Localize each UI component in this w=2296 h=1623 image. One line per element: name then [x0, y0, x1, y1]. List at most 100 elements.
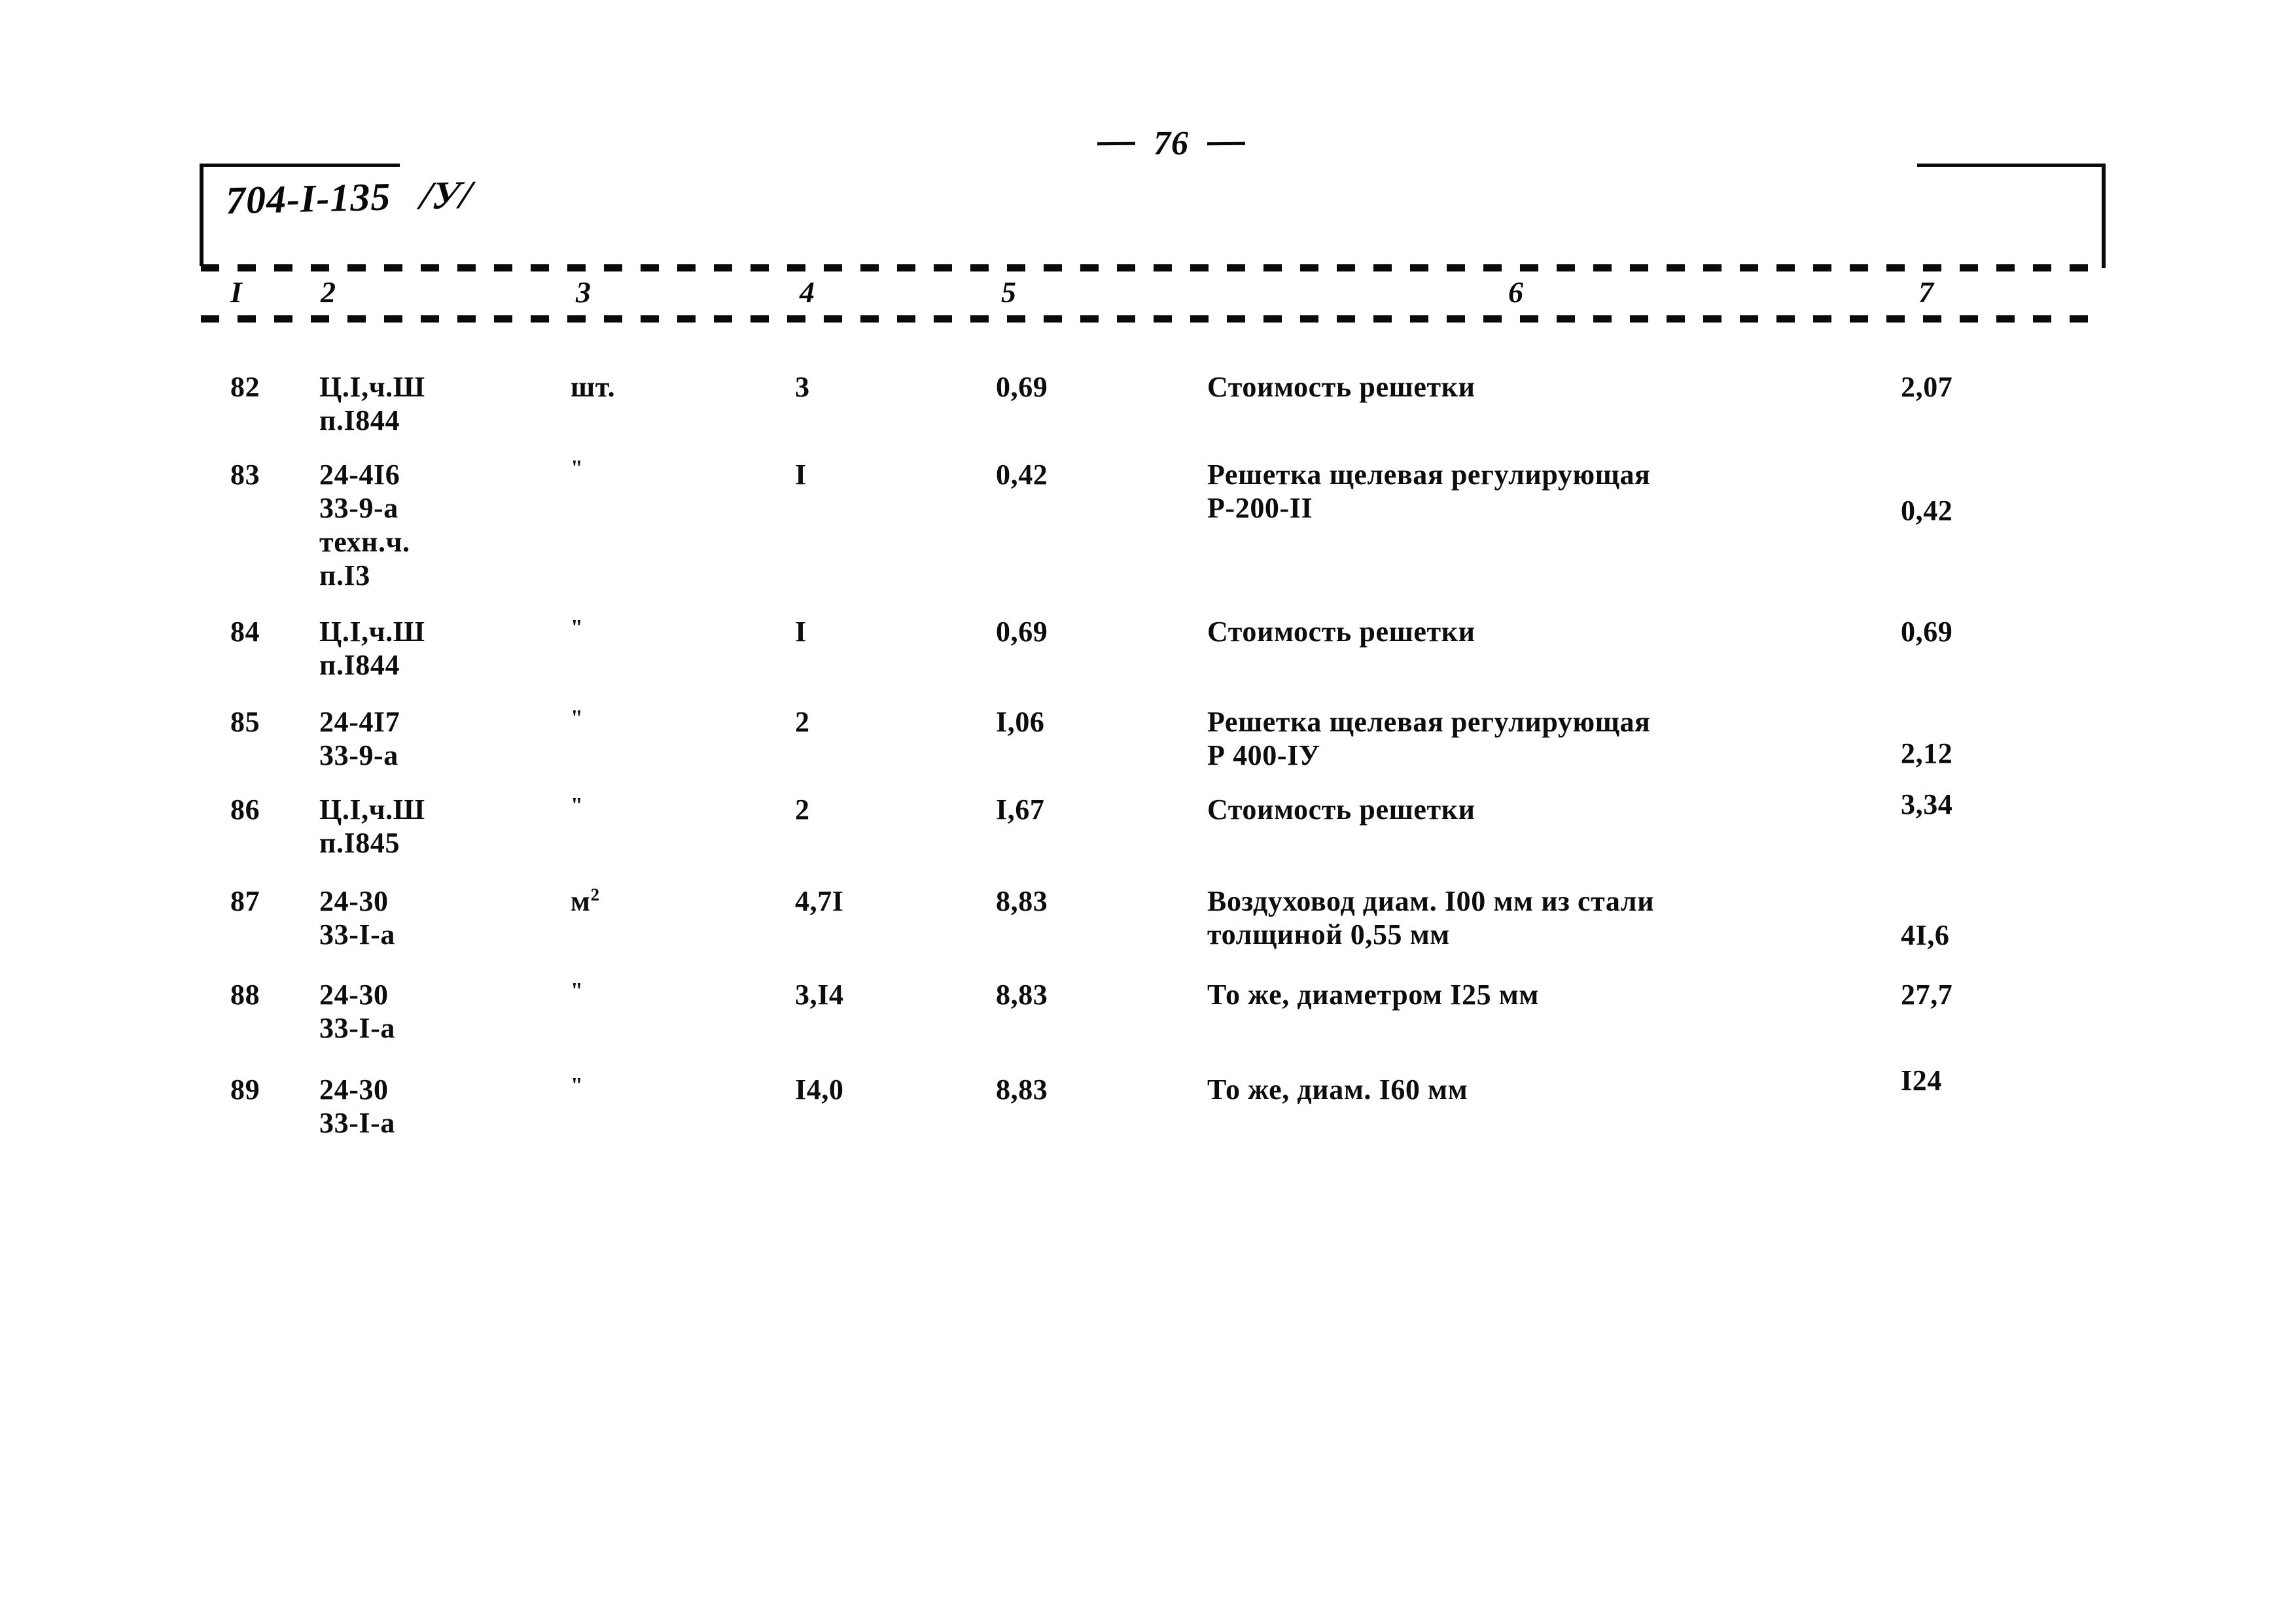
- row-total: I24: [1901, 1064, 1942, 1096]
- row-code: 24-30 33-I-а: [319, 1073, 395, 1140]
- row-unit: шт.: [571, 371, 616, 403]
- row-quantity: I: [795, 616, 807, 648]
- row-description-line: толщиной 0,55 мм: [1207, 918, 1450, 951]
- row-code-line: п.I3: [319, 559, 370, 592]
- document-code-text: 704-I-135: [225, 175, 392, 222]
- row-description-line: Решетка щелевая регулирующая: [1207, 706, 1651, 738]
- row-code-line: 33-9-а: [319, 492, 398, 525]
- document-code-handwritten: 704-I-135/У/: [225, 172, 475, 223]
- row-quantity: 3,I4: [795, 979, 844, 1011]
- row-number: 87: [230, 885, 260, 917]
- row-number: 82: [230, 370, 260, 404]
- revision-mark: /У/: [417, 173, 475, 218]
- row-unit: ": [571, 616, 584, 640]
- row-price: 8,83: [996, 885, 1048, 917]
- column-header-3: 3: [576, 275, 591, 309]
- row-code: Ц.I,ч.Ш п.I845: [319, 793, 425, 860]
- page-number-block: 76: [1034, 124, 1309, 163]
- row-number: 85: [230, 706, 260, 738]
- row-number: 83: [230, 459, 260, 491]
- row-description-line: Решетка щелевая регулирующая: [1207, 459, 1651, 491]
- row-code-line: 24-4I7: [319, 706, 400, 738]
- row-total: 3,34: [1901, 788, 1953, 820]
- row-price: 0,42: [996, 459, 1048, 491]
- row-code-line: 24-30: [319, 979, 389, 1011]
- row-code: 24-30 33-I-а: [319, 978, 395, 1045]
- row-description-line: Р-200-II: [1207, 492, 1313, 525]
- row-total: 2,12: [1901, 737, 1953, 769]
- row-unit: м2: [571, 884, 600, 917]
- page-number-left-dash: [1097, 141, 1136, 146]
- row-price: I,67: [996, 794, 1045, 826]
- row-code-line: 33-I-а: [319, 1012, 396, 1045]
- row-description: Стоимость решетки: [1207, 794, 1475, 826]
- row-total: 2,07: [1901, 371, 1953, 403]
- row-code: Ц.I,ч.Ш п.I844: [319, 370, 425, 438]
- row-price: 8,83: [996, 1073, 1048, 1106]
- row-code-line: 24-30: [319, 1073, 389, 1106]
- row-code-line: Ц.I,ч.Ш: [319, 371, 425, 403]
- row-code-line: 33-I-а: [319, 918, 396, 951]
- row-unit: ": [571, 456, 584, 480]
- row-code-line: 24-4I6: [319, 459, 400, 491]
- row-quantity: I4,0: [795, 1073, 844, 1106]
- row-description-line: Р 400-IУ: [1207, 739, 1320, 772]
- row-unit-base: м: [571, 885, 591, 917]
- row-quantity: 2: [795, 706, 810, 738]
- page-number-right-dash: [1207, 141, 1246, 146]
- row-number: 89: [230, 1073, 260, 1106]
- row-code: Ц.I,ч.Ш п.I844: [319, 615, 425, 682]
- row-code: 24-4I6 33-9-а техн.ч. п.I3: [319, 458, 410, 593]
- row-price: 8,83: [996, 979, 1048, 1011]
- row-quantity: I: [795, 459, 807, 491]
- row-price: I,06: [996, 706, 1045, 738]
- column-header-2: 2: [321, 275, 336, 309]
- column-header-6: 6: [1508, 275, 1523, 309]
- row-code-line: 33-9-а: [319, 739, 398, 772]
- row-description: То же, диаметром I25 мм: [1207, 979, 1539, 1011]
- row-description: Стоимость решетки: [1207, 616, 1475, 648]
- row-number: 86: [230, 794, 260, 826]
- row-code-line: п.I844: [319, 404, 400, 437]
- row-code-line: п.I844: [319, 649, 400, 682]
- column-header-4: 4: [800, 275, 815, 309]
- row-quantity: 2: [795, 794, 810, 826]
- row-description-line: Воздуховод диам. I00 мм из стали: [1207, 885, 1655, 917]
- row-unit: ": [571, 979, 584, 1003]
- row-total: 0,42: [1901, 495, 1953, 527]
- row-description: Решетка щелевая регулирующая Р 400-IУ: [1207, 705, 1650, 773]
- row-number: 84: [230, 616, 260, 648]
- row-unit: ": [571, 1073, 584, 1098]
- row-code-line: 33-I-а: [319, 1107, 396, 1140]
- row-code-line: 24-30: [319, 885, 389, 917]
- row-description: Стоимость решетки: [1207, 371, 1475, 403]
- row-unit-exponent: 2: [590, 884, 600, 905]
- row-unit: ": [571, 794, 584, 818]
- scanned-page: 76 704-I-135/У/ I 2 3 4 5 6 7 82 Ц.I,ч.Ш…: [0, 0, 2296, 1623]
- header-dashed-rule-bottom: [201, 315, 2105, 323]
- column-header-5: 5: [1001, 275, 1016, 309]
- row-total: 0,69: [1901, 616, 1953, 648]
- row-price: 0,69: [996, 371, 1048, 403]
- row-code-line: Ц.I,ч.Ш: [319, 794, 425, 826]
- column-header-row: I 2 3 4 5 6 7: [0, 275, 2296, 314]
- row-quantity: 3: [795, 371, 810, 403]
- header-dashed-rule-top: [201, 264, 2105, 271]
- row-number: 88: [230, 979, 260, 1011]
- column-header-1: I: [230, 275, 242, 309]
- row-code-line: Ц.I,ч.Ш: [319, 616, 425, 648]
- row-quantity: 4,7I: [795, 885, 844, 917]
- row-description: Решетка щелевая регулирующая Р-200-II: [1207, 458, 1650, 525]
- page-number: 76: [1154, 125, 1189, 162]
- row-code-line: п.I845: [319, 827, 400, 860]
- row-code: 24-4I7 33-9-а: [319, 705, 400, 773]
- table-row: 87 24-30 33-I-а м2 4,7I 8,83 Воздуховод д…: [0, 884, 2296, 951]
- column-header-7: 7: [1918, 275, 1934, 309]
- row-total: 27,7: [1901, 979, 1953, 1011]
- row-description: То же, диам. I60 мм: [1207, 1073, 1468, 1106]
- row-unit: ": [571, 706, 584, 730]
- row-description: Воздуховод диам. I00 мм из стали толщиной…: [1207, 884, 1654, 952]
- frame-bracket-right: [1917, 164, 2106, 268]
- row-total: 4I,6: [1901, 919, 1950, 951]
- row-code-line: техн.ч.: [319, 525, 410, 558]
